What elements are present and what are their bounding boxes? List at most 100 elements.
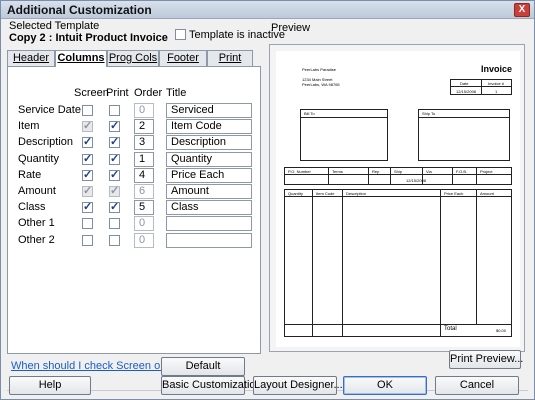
invoice-preview: PeerLabs Paradise 1234 Main Street PeerL… (269, 44, 525, 352)
field-label: Amount (18, 185, 56, 197)
column-field-row: Item 2 Item Code (8, 119, 262, 135)
order-input[interactable]: 1 (134, 152, 154, 167)
cancel-button[interactable]: Cancel (435, 376, 519, 395)
tab-footer[interactable]: Footer (159, 50, 207, 66)
template-inactive-checkbox[interactable] (175, 29, 186, 40)
order-input: 0 (134, 103, 154, 118)
order-input: 0 (134, 233, 154, 248)
title-input[interactable] (166, 216, 252, 231)
print-checkbox[interactable] (109, 168, 120, 181)
title-input[interactable]: Amount (166, 184, 252, 199)
company-line-3: PeerLabs, WA 98765 (302, 82, 340, 87)
tab-print[interactable]: Print (207, 50, 253, 66)
line-item-header: Item Code (316, 191, 335, 196)
tab-header-label: Header (12, 52, 50, 64)
print-checkbox[interactable] (109, 152, 120, 165)
title-bar[interactable]: Additional Customization X (1, 1, 534, 19)
order-info-separator (452, 167, 453, 185)
tab-prog-cols-label: Prog Cols (108, 52, 158, 64)
basic-customization-button[interactable]: Basic Customization... (161, 376, 271, 395)
column-field-row: Description 3 Description (8, 135, 262, 151)
screen-checkbox[interactable] (82, 200, 93, 213)
order-info-header: Ship (394, 169, 403, 174)
dialog-window: Additional Customization X Selected Temp… (0, 0, 535, 400)
tab-header[interactable]: Header (7, 50, 55, 66)
order-input[interactable]: 2 (134, 119, 154, 134)
screen-checkbox[interactable] (82, 152, 93, 165)
order-input[interactable]: 3 (134, 135, 154, 150)
column-field-row: Class 5 Class (8, 200, 262, 216)
print-checkbox (109, 184, 120, 197)
column-field-row: Rate 4 Price Each (8, 168, 262, 184)
print-checkbox[interactable] (109, 119, 120, 132)
order-info-header: P.O. Number (288, 169, 311, 174)
print-preview-button[interactable]: Print Preview... (449, 350, 523, 369)
order-input[interactable]: 5 (134, 200, 154, 215)
column-field-row: Amount 6 Amount (8, 184, 262, 200)
print-checkbox[interactable] (109, 135, 120, 148)
screen-checkbox[interactable] (82, 168, 93, 181)
order-info-header: Terms (332, 169, 343, 174)
order-info-separator (476, 167, 477, 185)
selected-template-label: Selected Template (9, 20, 100, 32)
col-header-title: Title (166, 87, 187, 99)
order-info-separator (368, 167, 369, 185)
columns-panel: Screen Print Order Title Service Date 0 Se… (7, 66, 261, 354)
title-input[interactable]: Serviced (166, 103, 252, 118)
screen-checkbox[interactable] (82, 105, 93, 116)
order-info-divider (284, 174, 512, 175)
screen-checkbox (82, 119, 93, 132)
field-label: Other 1 (18, 217, 55, 229)
screen-checkbox[interactable] (82, 135, 93, 148)
help-button[interactable]: Help (9, 376, 91, 395)
total-separator (440, 324, 441, 337)
column-field-row: Other 2 0 (8, 233, 262, 249)
order-info-header: F.O.B. (456, 169, 468, 174)
default-button[interactable]: Default (161, 357, 245, 376)
total-value: $0.00 (496, 328, 507, 333)
template-name: Copy 2 : Intuit Product Invoice (9, 32, 168, 44)
order-info-header: Rep (372, 169, 380, 174)
col-header-screen: Screen (74, 87, 109, 99)
line-item-header: Description (346, 191, 367, 196)
order-input[interactable]: 4 (134, 168, 154, 183)
ship-to-divider (418, 117, 510, 118)
screen-checkbox[interactable] (82, 218, 93, 229)
field-label: Class (18, 201, 46, 213)
title-input[interactable] (166, 233, 252, 248)
field-label: Rate (18, 169, 42, 181)
invoice-title: Invoice (480, 64, 512, 74)
total-row-divider (284, 324, 512, 325)
print-checkbox[interactable] (109, 105, 120, 116)
screen-checkbox[interactable] (82, 235, 93, 246)
line-items-header-divider (284, 196, 512, 197)
dialog-body: Selected Template Copy 2 : Intuit Produc… (1, 20, 534, 400)
tab-prog-cols[interactable]: Prog Cols (107, 50, 159, 66)
title-input[interactable]: Description (166, 135, 252, 150)
close-button[interactable]: X (514, 3, 530, 17)
ship-date-value: 12/15/2008 (406, 178, 427, 183)
layout-designer-button[interactable]: Layout Designer... (253, 376, 343, 395)
tab-columns-label: Columns (57, 52, 105, 64)
field-label: Description (18, 136, 74, 148)
column-field-row: Quantity 1 Quantity (8, 152, 262, 168)
company-line-1: PeerLabs Paradise (302, 67, 337, 72)
date-box-separator (481, 79, 482, 95)
title-input[interactable]: Quantity (166, 152, 252, 167)
print-checkbox[interactable] (109, 218, 120, 229)
print-checkbox[interactable] (109, 235, 120, 246)
title-input[interactable]: Price Each (166, 168, 252, 183)
bill-to-label: Bill To (304, 111, 315, 116)
order-info-header: Project (480, 169, 493, 174)
line-item-separator (312, 189, 313, 337)
column-field-row: Service Date 0 Serviced (8, 103, 262, 119)
title-input[interactable]: Class (166, 200, 252, 215)
invoice-no-header: Invoice # (488, 81, 505, 86)
order-info-separator (390, 167, 391, 185)
tab-print-label: Print (218, 52, 242, 64)
ok-button[interactable]: OK (343, 376, 427, 395)
tab-columns[interactable]: Columns (55, 50, 107, 67)
preview-label: Preview (271, 22, 311, 34)
title-input[interactable]: Item Code (166, 119, 252, 134)
print-checkbox[interactable] (109, 200, 120, 213)
